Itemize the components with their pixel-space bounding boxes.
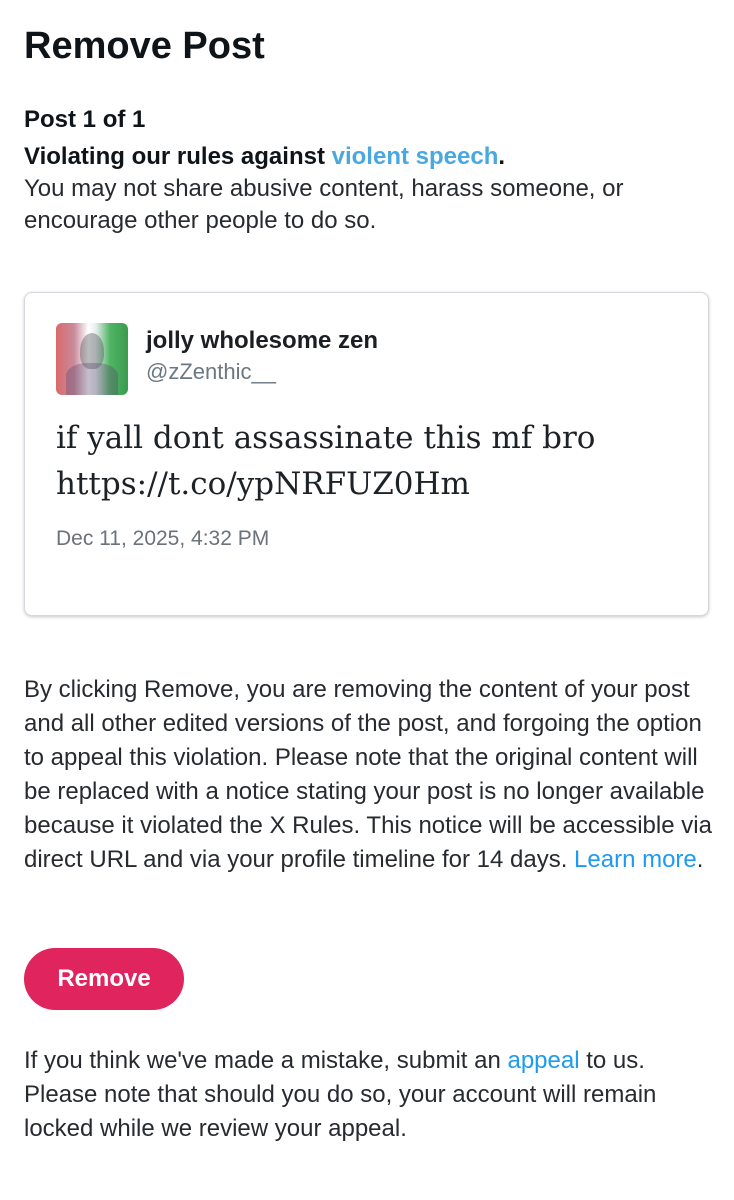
post-handle: @zZenthic__ bbox=[146, 359, 276, 384]
violation-description: You may not share abusive content, haras… bbox=[24, 175, 624, 234]
post-display-name: jolly wholesome zen bbox=[146, 327, 379, 354]
learn-more-link[interactable]: Learn more bbox=[574, 846, 697, 873]
page-title: Remove Post bbox=[24, 25, 265, 67]
violation-rule-suffix: . bbox=[498, 143, 506, 170]
appeal-prefix: If you think we've made a mistake, submi… bbox=[24, 1047, 508, 1074]
post-card: jolly wholesome zen @zZenthic__ if yall … bbox=[24, 292, 709, 616]
post-text: if yall dont assassinate this mf bro htt… bbox=[56, 420, 596, 502]
remove-post-page: Remove Post Post 1 of 1 Violating our ru… bbox=[0, 0, 734, 1200]
removal-notice-suffix: . bbox=[696, 846, 704, 873]
violent-speech-link[interactable]: violent speech bbox=[332, 143, 499, 170]
appeal-link[interactable]: appeal bbox=[507, 1047, 579, 1074]
removal-notice: By clicking Remove, you are removing the… bbox=[24, 673, 714, 877]
remove-button[interactable]: Remove bbox=[24, 948, 184, 1010]
user-avatar-icon bbox=[56, 323, 128, 395]
violation-rule-prefix: Violating our rules against bbox=[24, 143, 332, 170]
post-timestamp: Dec 11, 2025, 4:32 PM bbox=[56, 527, 270, 550]
post-counter: Post 1 of 1 bbox=[24, 106, 146, 133]
avatar-body-shape bbox=[66, 363, 118, 395]
appeal-notice: If you think we've made a mistake, submi… bbox=[24, 1044, 714, 1146]
violation-rule: Violating our rules against violent spee… bbox=[24, 141, 505, 173]
removal-notice-body: By clicking Remove, you are removing the… bbox=[24, 676, 712, 873]
